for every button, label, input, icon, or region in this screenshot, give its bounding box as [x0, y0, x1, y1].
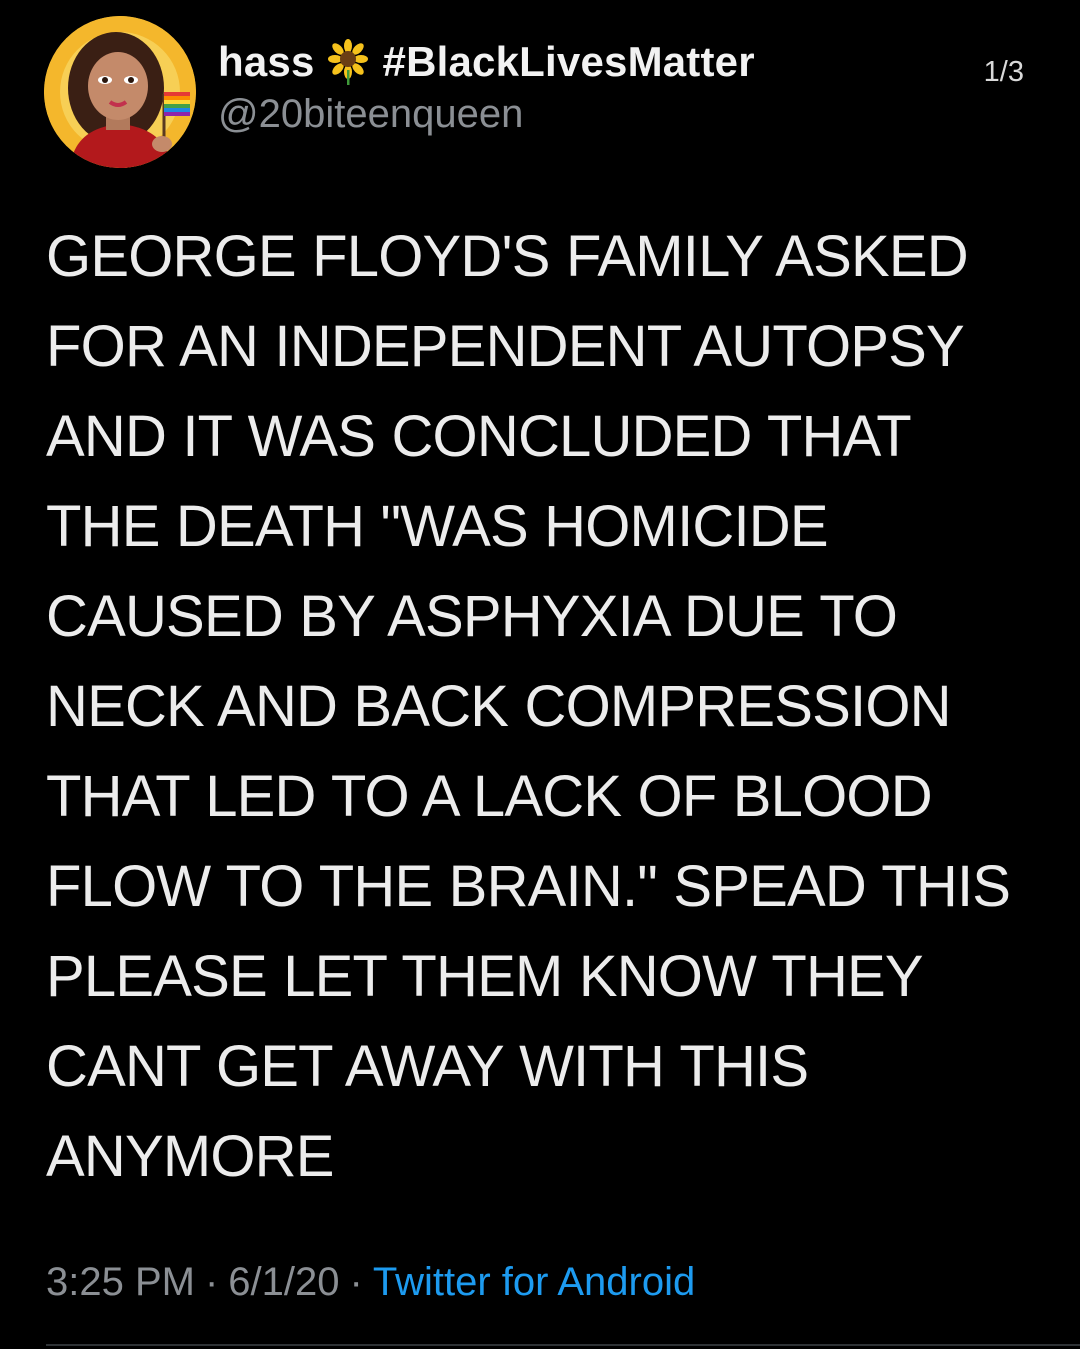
tweet-line: THAT LED TO A LACK OF BLOOD — [46, 764, 933, 829]
tweet-date[interactable]: 6/1/20 — [228, 1260, 339, 1304]
meta-separator: · — [349, 1260, 363, 1304]
tweet-line: FOR AN INDEPENDENT AUTOPSY — [46, 314, 965, 379]
meta-separator: · — [204, 1260, 219, 1304]
tweet: hass #BlackLivesMatter @20biteenqueen 1/… — [0, 0, 1080, 1349]
avatar[interactable] — [44, 16, 196, 168]
display-name[interactable]: hass — [218, 38, 315, 86]
tweet-meta: 3:25 PM · 6/1/20 · Twitter for Android — [46, 1260, 695, 1305]
tweet-source-link[interactable]: Twitter for Android — [373, 1260, 695, 1304]
tweet-line: AND IT WAS CONCLUDED THAT — [46, 404, 912, 469]
user-handle[interactable]: @20biteenqueen — [218, 92, 523, 137]
tweet-time[interactable]: 3:25 PM — [46, 1260, 195, 1304]
avatar-illustration — [44, 16, 196, 168]
tweet-line: CAUSED BY ASPHYXIA DUE TO — [46, 584, 898, 649]
sunflower-icon — [325, 39, 371, 85]
tweet-line: CANT GET AWAY WITH THIS — [46, 1034, 809, 1099]
tweet-text: GEORGE FLOYD'S FAMILY ASKED FOR AN INDEP… — [46, 212, 1046, 1202]
tweet-line: PLEASE LET THEM KNOW THEY — [46, 944, 924, 1009]
display-name-row[interactable]: hass #BlackLivesMatter — [218, 38, 755, 86]
thread-counter: 1/3 — [983, 56, 1024, 88]
tweet-line: ANYMORE — [46, 1124, 334, 1189]
tweet-line: NECK AND BACK COMPRESSION — [46, 674, 952, 739]
tweet-line: FLOW TO THE BRAIN." SPEAD THIS — [46, 854, 1011, 919]
tweet-line: GEORGE FLOYD'S FAMILY ASKED — [46, 224, 969, 289]
hashtag-blacklivesmatter[interactable]: #BlackLivesMatter — [383, 38, 755, 86]
tweet-line: THE DEATH "WAS HOMICIDE — [46, 494, 829, 559]
divider — [46, 1344, 1080, 1346]
